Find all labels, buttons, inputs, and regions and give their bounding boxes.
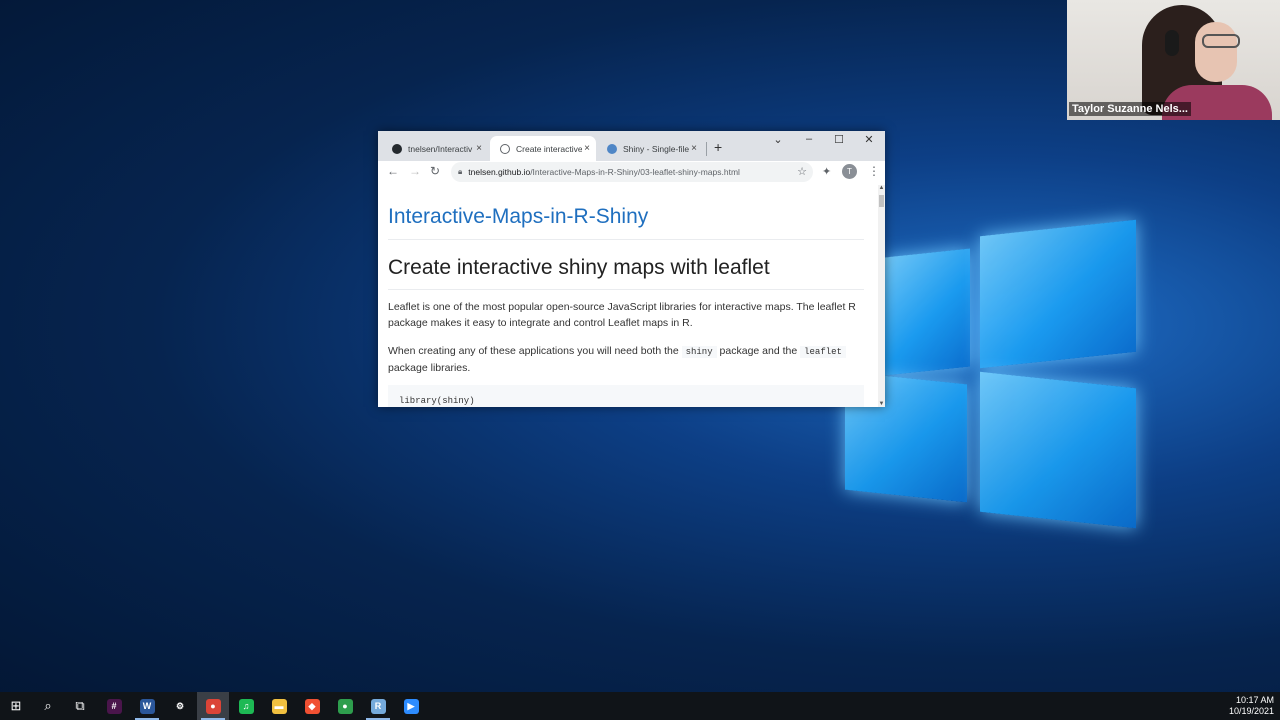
divider — [388, 289, 864, 290]
app-green-icon: ● — [337, 698, 353, 714]
taskbar-app-word[interactable]: W — [131, 692, 163, 720]
taskbar: ⊞ ⌕ ⧉ # W ⚙ ● ♫ ▬ ◆ ● R ▶ 10:17 AM 10/19/2021 — [0, 692, 1280, 720]
taskbar-app-slack[interactable]: # — [98, 692, 130, 720]
maximize-button[interactable]: ☐ — [824, 133, 854, 146]
back-button[interactable]: ← — [387, 164, 399, 178]
tab-label: tnelsen/Interactiv — [408, 143, 473, 154]
scrollbar-thumb[interactable] — [879, 195, 884, 207]
browser-menu-icon[interactable]: ⋮ — [868, 164, 880, 178]
windows-logo-wallpaper — [840, 219, 1140, 529]
slack-icon: # — [106, 698, 122, 714]
task-view-icon[interactable]: ⧉ — [64, 692, 96, 720]
reload-button[interactable]: ↻ — [430, 164, 440, 178]
video-call-tile[interactable]: Taylor Suzanne Nels... — [1067, 0, 1280, 120]
glasses — [1202, 34, 1240, 48]
close-icon[interactable]: × — [476, 143, 482, 154]
page-scrollbar[interactable]: ▲ ▼ — [878, 185, 885, 407]
bookmark-star-icon[interactable]: ☆ — [797, 165, 807, 178]
search-icon[interactable]: ⌕ — [32, 692, 64, 720]
tab-separator — [706, 142, 707, 156]
tab-search-button[interactable]: ⌄ — [763, 133, 793, 146]
taskbar-app-git[interactable]: ◆ — [296, 692, 328, 720]
taskbar-app-rstudio[interactable]: R — [362, 692, 394, 720]
taskbar-app-settings[interactable]: ⚙ — [164, 692, 196, 720]
tab-github[interactable]: tnelsen/Interactiv × — [382, 136, 488, 161]
close-icon[interactable]: × — [584, 143, 590, 154]
taskbar-app-file-explorer[interactable]: ▬ — [263, 692, 295, 720]
shiny-icon — [607, 143, 617, 154]
text-fragment: When creating any of these applications … — [388, 345, 679, 357]
chrome-icon: ● — [205, 698, 221, 714]
system-clock[interactable]: 10:17 AM 10/19/2021 — [1229, 695, 1274, 717]
close-icon[interactable]: × — [691, 143, 697, 154]
settings-icon: ⚙ — [172, 698, 188, 714]
clock-date: 10/19/2021 — [1228, 706, 1274, 716]
tab-label: Shiny - Single-file — [623, 143, 689, 154]
window-close-button[interactable]: ✕ — [854, 133, 884, 146]
text-fragment: package libraries. — [388, 362, 471, 374]
logo-pane — [980, 219, 1136, 369]
spotify-icon: ♫ — [238, 698, 254, 714]
inline-code-shiny: shiny — [681, 346, 717, 358]
start-button[interactable]: ⊞ — [0, 692, 32, 720]
profile-avatar[interactable]: T — [842, 164, 857, 179]
page-content: Interactive-Maps-in-R-Shiny Create inter… — [378, 185, 878, 407]
tab-label: Create interactive — [516, 143, 582, 154]
globe-icon — [500, 143, 510, 154]
page-heading: Create interactive shiny maps with leafl… — [388, 256, 770, 279]
code-block: library(shiny) — [388, 385, 864, 407]
clock-time: 10:17 AM — [1235, 695, 1274, 705]
tab-shiny[interactable]: Shiny - Single-file × — [597, 136, 703, 161]
forward-button[interactable]: → — [409, 164, 421, 178]
tab-bar: tnelsen/Interactiv × Create interactive … — [378, 131, 885, 161]
taskbar-app-app-green[interactable]: ● — [329, 692, 361, 720]
logo-pane — [980, 371, 1136, 529]
tab-create-interactive[interactable]: Create interactive × — [490, 136, 596, 161]
scroll-up-arrow[interactable]: ▲ — [878, 185, 885, 191]
participant-name: Taylor Suzanne Nels... — [1069, 102, 1191, 116]
taskbar-app-spotify[interactable]: ♫ — [230, 692, 262, 720]
url-host: tnelsen.github.io — [468, 167, 531, 177]
paragraph-intro: Leaflet is one of the most popular open-… — [388, 301, 856, 329]
file-explorer-icon: ▬ — [271, 698, 287, 714]
git-icon: ◆ — [304, 698, 320, 714]
word-icon: W — [139, 698, 155, 714]
rstudio-icon: R — [370, 698, 386, 714]
lock-icon: 🔒︎ — [458, 167, 463, 176]
taskbar-app-chrome[interactable]: ● — [197, 692, 229, 720]
participant-face — [1195, 22, 1237, 82]
divider — [388, 239, 864, 240]
extensions-icon[interactable]: ✦ — [822, 165, 831, 178]
browser-toolbar: ← → ↻ 🔒︎ tnelsen.github.io/Interactive-M… — [378, 161, 885, 185]
text-fragment: package and the — [719, 345, 798, 357]
code-line: library(shiny) — [399, 396, 475, 406]
taskbar-app-zoom[interactable]: ▶ — [395, 692, 427, 720]
browser-window[interactable]: tnelsen/Interactiv × Create interactive … — [378, 131, 885, 407]
paragraph-packages: When creating any of these applications … — [388, 343, 864, 376]
site-title-link[interactable]: Interactive-Maps-in-R-Shiny — [388, 205, 648, 229]
url-path: /Interactive-Maps-in-R-Shiny/03-leaflet-… — [530, 167, 740, 177]
minimize-button[interactable]: – — [794, 133, 824, 145]
inline-code-leaflet: leaflet — [800, 346, 846, 358]
new-tab-button[interactable]: + — [714, 139, 722, 155]
logo-pane — [885, 248, 970, 376]
scroll-down-arrow[interactable]: ▼ — [878, 401, 885, 407]
headset-icon — [1165, 30, 1179, 56]
github-icon — [392, 143, 402, 154]
zoom-icon: ▶ — [403, 698, 419, 714]
address-bar[interactable]: 🔒︎ tnelsen.github.io/Interactive-Maps-in… — [451, 162, 813, 182]
